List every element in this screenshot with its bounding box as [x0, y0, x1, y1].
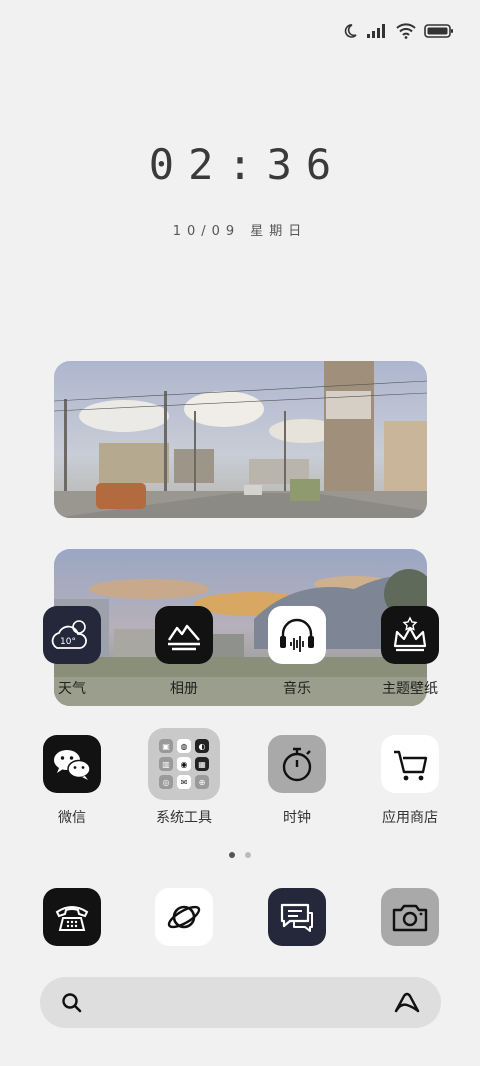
app-store[interactable]: 应用商店 [360, 735, 460, 827]
dock-camera[interactable] [360, 888, 460, 946]
app-label: 音乐 [283, 681, 311, 697]
clock-date: 10/09 星期日 [172, 224, 308, 239]
wifi-icon [396, 23, 416, 39]
mini-app-icon: ◎ [159, 775, 173, 789]
weather-icon: 10° [43, 606, 101, 664]
photo-widget-street[interactable] [54, 361, 427, 518]
moon-icon [344, 24, 357, 38]
clock-time[interactable]: 02:36 [0, 140, 480, 189]
status-bar [342, 18, 454, 44]
dock-messages[interactable] [247, 888, 347, 946]
dock-phone[interactable] [22, 888, 122, 946]
app-label: 微信 [58, 810, 86, 826]
mini-app-icon: ◐ [195, 739, 209, 753]
search-icon[interactable] [60, 991, 84, 1015]
mini-app-icon: ⊕ [195, 775, 209, 789]
app-folder-tools[interactable]: ▣ ◍ ◐ ▥ ◉ ▦ ◎ ✉ ⊕ 系统工具 [134, 728, 234, 827]
messages-icon [268, 888, 326, 946]
search-bar[interactable] [40, 977, 441, 1028]
signal-icon [367, 24, 385, 38]
app-weather[interactable]: 10° 天气 [22, 606, 122, 698]
app-label: 天气 [58, 681, 86, 697]
app-clock[interactable]: 时钟 [247, 735, 347, 827]
assistant-icon[interactable] [393, 991, 421, 1015]
app-wechat[interactable]: 微信 [22, 735, 122, 827]
mini-app-icon: ▦ [195, 757, 209, 771]
folder-icon: ▣ ◍ ◐ ▥ ◉ ▦ ◎ ✉ ⊕ [148, 728, 220, 800]
app-label: 时钟 [283, 810, 311, 826]
app-theme[interactable]: 主题壁纸 [360, 606, 460, 698]
weather-temp: 10° [60, 637, 76, 647]
phone-icon [43, 888, 101, 946]
mini-app-icon: ◉ [177, 757, 191, 771]
page-indicator[interactable] [0, 852, 480, 858]
app-label: 主题壁纸 [382, 681, 438, 697]
page-dot[interactable] [245, 852, 251, 858]
store-icon [381, 735, 439, 793]
wechat-icon [43, 735, 101, 793]
browser-icon [155, 888, 213, 946]
mini-app-icon: ▥ [159, 757, 173, 771]
battery-icon [424, 24, 453, 38]
music-icon [268, 606, 326, 664]
clock-icon [268, 735, 326, 793]
gallery-icon [155, 606, 213, 664]
mini-app-icon: ◍ [177, 739, 191, 753]
app-music[interactable]: 音乐 [247, 606, 347, 698]
theme-icon [381, 606, 439, 664]
app-label: 系统工具 [156, 810, 212, 826]
dock-browser[interactable] [134, 888, 234, 946]
app-label: 相册 [170, 681, 198, 697]
mini-app-icon: ▣ [159, 739, 173, 753]
app-label: 应用商店 [382, 810, 438, 826]
mini-app-icon: ✉ [177, 775, 191, 789]
camera-icon [381, 888, 439, 946]
app-gallery[interactable]: 相册 [134, 606, 234, 698]
page-dot-active[interactable] [229, 852, 235, 858]
